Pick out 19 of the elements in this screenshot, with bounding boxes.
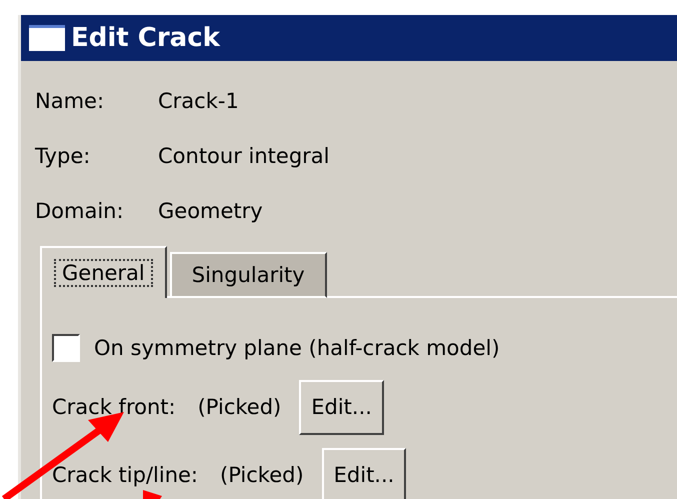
field-value: Crack-1 bbox=[158, 88, 239, 112]
pick-value: (Picked) bbox=[220, 463, 304, 487]
tab[interactable]: General bbox=[40, 246, 167, 298]
pick-label: Crack tip/line: bbox=[52, 463, 198, 487]
field-value: Contour integral bbox=[158, 144, 330, 168]
edit-button[interactable]: Edit... bbox=[299, 380, 384, 434]
pick-label: Crack front: bbox=[52, 395, 176, 419]
field-label: Domain: bbox=[35, 198, 125, 222]
window-title: Edit Crack bbox=[71, 23, 220, 53]
tab[interactable]: Singularity bbox=[170, 252, 327, 298]
pick-value: (Picked) bbox=[198, 395, 282, 419]
checkbox-label: On symmetry plane (half-crack model) bbox=[94, 336, 500, 360]
field-label: Name: bbox=[35, 88, 106, 112]
arrow-annotation bbox=[143, 490, 162, 499]
edit-button[interactable]: Edit... bbox=[322, 448, 406, 499]
field-value: Geometry bbox=[158, 198, 263, 222]
window-icon bbox=[29, 25, 65, 51]
field-label: Type: bbox=[35, 144, 92, 168]
checkbox[interactable] bbox=[52, 334, 80, 362]
